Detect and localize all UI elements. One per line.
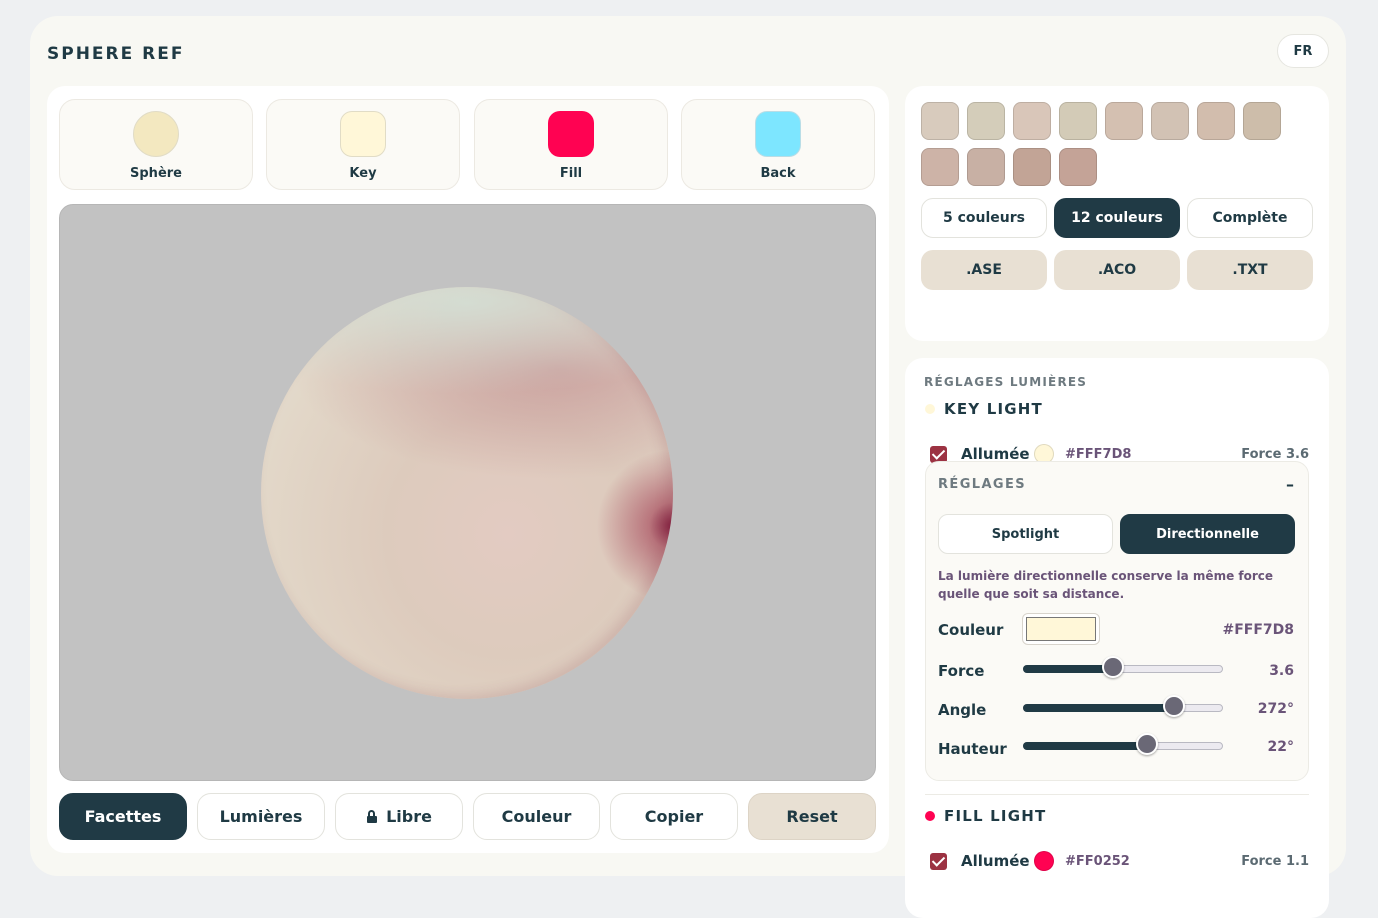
palette-full-button[interactable]: Complète xyxy=(1187,198,1313,238)
mode-description: La lumière directionnelle conserve la mê… xyxy=(938,569,1274,601)
force-row-label: Force xyxy=(938,662,985,680)
height-row-label: Hauteur xyxy=(938,740,1007,758)
lights-section-title: RÉGLAGES LUMIÈRES xyxy=(924,375,1088,389)
sphere-highlight xyxy=(261,287,673,699)
palette-color-chip[interactable] xyxy=(1013,148,1051,186)
slider-fill xyxy=(1023,665,1113,673)
color-row-label: Couleur xyxy=(938,621,1004,639)
key-light-dot xyxy=(925,404,935,414)
export-aco-button[interactable]: .ACO xyxy=(1054,250,1180,290)
force-slider[interactable] xyxy=(1023,656,1223,678)
unlock-icon xyxy=(366,809,378,824)
palette-color-chip[interactable] xyxy=(921,102,959,140)
force-row-value: 3.6 xyxy=(1269,663,1294,679)
viewer-panel: Sphère Key Fill Back Facettes Lumières L… xyxy=(47,86,889,853)
color-button[interactable]: Couleur xyxy=(473,793,600,840)
key-color-card[interactable]: Key xyxy=(266,99,460,190)
directional-mode-button[interactable]: Directionnelle xyxy=(1120,514,1295,554)
slider-fill xyxy=(1023,742,1148,750)
reset-button[interactable]: Reset xyxy=(748,793,876,840)
back-color-swatch[interactable] xyxy=(755,111,801,157)
fill-color-label: Fill xyxy=(559,166,583,181)
angle-slider[interactable] xyxy=(1023,695,1223,717)
lights-button[interactable]: Lumières xyxy=(197,793,325,840)
back-color-label: Back xyxy=(760,166,796,181)
angle-row-label: Angle xyxy=(938,701,987,719)
language-button[interactable]: FR xyxy=(1277,34,1329,68)
3d-viewport[interactable] xyxy=(59,204,876,781)
sphere-color-card[interactable]: Sphère xyxy=(59,99,253,190)
slider-thumb[interactable] xyxy=(1136,733,1159,755)
app-title: SPHERE REF xyxy=(47,44,185,64)
slider-thumb[interactable] xyxy=(1102,656,1124,678)
lights-panel: RÉGLAGES LUMIÈRES KEY LIGHT Allumée #FFF… xyxy=(905,358,1329,918)
fill-light-color-dot[interactable] xyxy=(1034,851,1054,871)
fill-light-enabled-label: Allumée xyxy=(961,852,1030,870)
palette-color-chip[interactable] xyxy=(967,102,1005,140)
palette-12-colors-button[interactable]: 12 couleurs xyxy=(1054,198,1180,238)
angle-row-value: 272° xyxy=(1257,701,1294,717)
height-row-value: 22° xyxy=(1267,739,1294,755)
free-camera-button[interactable]: Libre xyxy=(335,793,463,840)
free-camera-label: Libre xyxy=(386,807,432,826)
key-light-color-input[interactable] xyxy=(1022,613,1100,645)
facets-button[interactable]: Facettes xyxy=(59,793,187,840)
palette-5-colors-button[interactable]: 5 couleurs xyxy=(921,198,1047,238)
sphere-color-label: Sphère xyxy=(130,166,182,181)
copy-button[interactable]: Copier xyxy=(610,793,738,840)
key-color-label: Key xyxy=(349,166,377,181)
color-row-hex: #FFF7D8 xyxy=(1222,622,1294,638)
palette-color-chip[interactable] xyxy=(1059,102,1097,140)
export-ase-button[interactable]: .ASE xyxy=(921,250,1047,290)
back-color-card[interactable]: Back xyxy=(681,99,875,190)
slider-fill xyxy=(1023,704,1175,712)
palette-color-chip[interactable] xyxy=(1151,102,1189,140)
palette-color-chip[interactable] xyxy=(1105,102,1143,140)
spotlight-mode-button[interactable]: Spotlight xyxy=(938,514,1113,554)
key-light-settings: RÉGLAGES – Spotlight Directionnelle La l… xyxy=(925,461,1309,781)
palette-color-chip[interactable] xyxy=(1013,102,1051,140)
fill-color-card[interactable]: Fill xyxy=(474,99,668,190)
slider-thumb[interactable] xyxy=(1163,695,1186,717)
settings-title: RÉGLAGES xyxy=(938,477,1027,492)
collapse-icon[interactable]: – xyxy=(1286,475,1294,494)
palette-panel: 5 couleurs 12 couleurs Complète .ASE .AC… xyxy=(905,86,1329,341)
palette-color-chip[interactable] xyxy=(967,148,1005,186)
sphere-color-swatch[interactable] xyxy=(133,111,179,157)
palette-color-chip[interactable] xyxy=(1059,148,1097,186)
export-txt-button[interactable]: .TXT xyxy=(1187,250,1313,290)
height-slider[interactable] xyxy=(1023,733,1223,755)
fill-light-title: FILL LIGHT xyxy=(944,807,1047,825)
key-light-title: KEY LIGHT xyxy=(944,400,1043,418)
color-input-fill xyxy=(1026,617,1096,641)
key-color-swatch[interactable] xyxy=(340,111,386,157)
fill-light-dot xyxy=(925,811,935,821)
key-light-hex: #FFF7D8 xyxy=(1065,447,1132,462)
palette-color-chip[interactable] xyxy=(921,148,959,186)
fill-color-swatch[interactable] xyxy=(548,111,594,157)
palette-color-chip[interactable] xyxy=(1197,102,1235,140)
key-light-force: Force 3.6 xyxy=(1241,447,1309,462)
palette-color-chip[interactable] xyxy=(1243,102,1281,140)
app-window: SPHERE REF FR Sphère Key Fill Back Facet… xyxy=(30,16,1346,918)
lights-divider xyxy=(925,794,1309,795)
